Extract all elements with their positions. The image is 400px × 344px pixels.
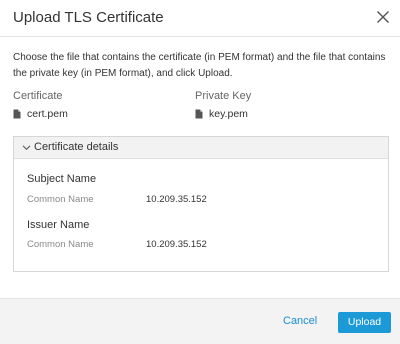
- private-key-label: Private Key: [195, 90, 252, 102]
- certificate-details-title: Certificate details: [34, 141, 119, 153]
- chevron-down-icon: [22, 143, 31, 152]
- close-button[interactable]: [376, 10, 390, 24]
- upload-tls-certificate-dialog: Upload TLS Certificate Choose the file t…: [0, 0, 400, 344]
- issuer-name-heading: Issuer Name: [27, 219, 90, 231]
- private-key-file-name: key.pem: [209, 108, 248, 120]
- upload-button[interactable]: Upload: [338, 312, 391, 333]
- certificate-file-link[interactable]: cert.pem: [13, 108, 68, 120]
- issuer-common-name-value: 10.209.35.152: [146, 239, 207, 250]
- dialog-footer: Cancel Upload: [0, 298, 400, 344]
- subject-common-name-label: Common Name: [27, 194, 94, 205]
- file-icon: [195, 109, 203, 119]
- file-icon: [13, 109, 21, 119]
- issuer-common-name-label: Common Name: [27, 239, 94, 250]
- certificate-details-toggle[interactable]: Certificate details: [14, 137, 388, 159]
- certificate-file-name: cert.pem: [27, 108, 68, 120]
- dialog-title: Upload TLS Certificate: [13, 9, 164, 26]
- dialog-description: Choose the file that contains the certif…: [13, 52, 386, 79]
- certificate-details-panel: Certificate details Subject Name Common …: [13, 136, 389, 272]
- cancel-button[interactable]: Cancel: [283, 315, 317, 327]
- private-key-file-link[interactable]: key.pem: [195, 108, 248, 120]
- close-icon: [376, 10, 390, 24]
- subject-name-heading: Subject Name: [27, 173, 97, 185]
- subject-common-name-value: 10.209.35.152: [146, 194, 207, 205]
- dialog-header: Upload TLS Certificate: [0, 0, 400, 37]
- certificate-label: Certificate: [13, 90, 63, 102]
